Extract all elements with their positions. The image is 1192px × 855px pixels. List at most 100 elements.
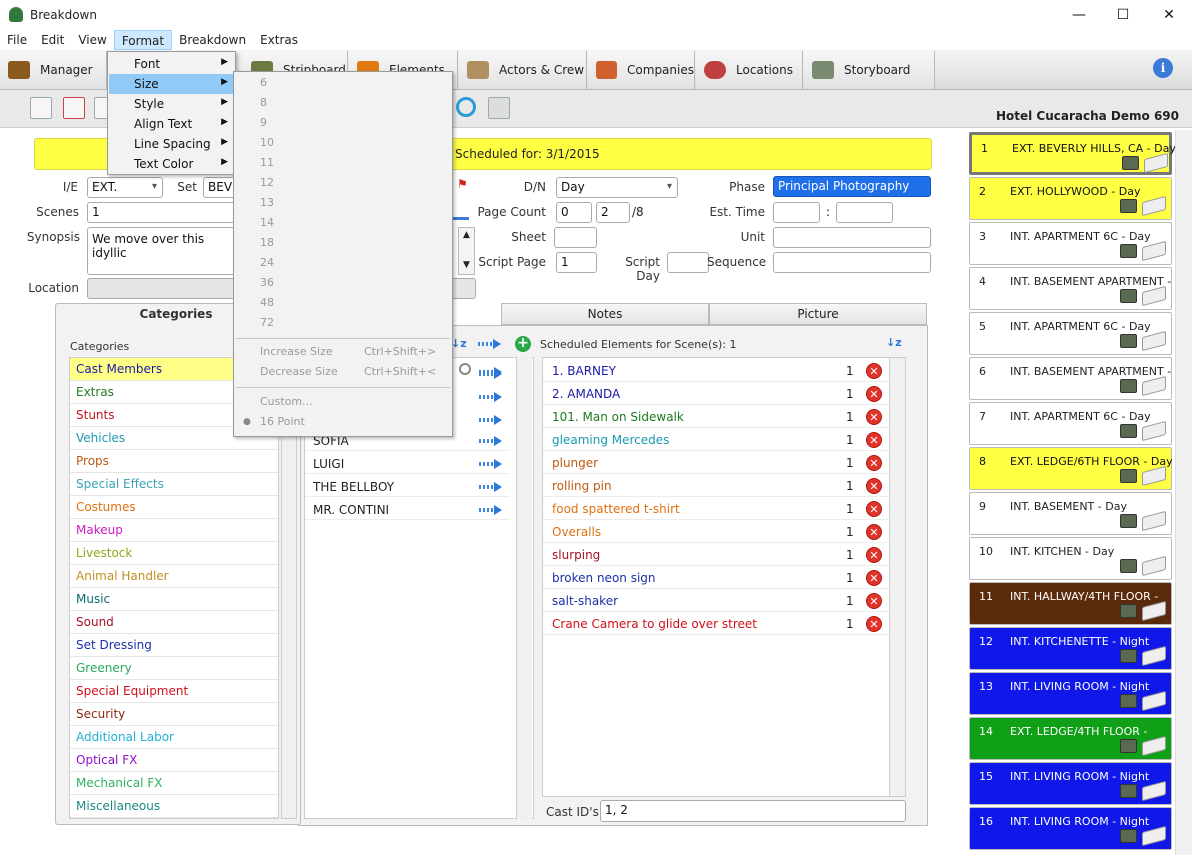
remove-icon[interactable]: ✕ xyxy=(866,478,882,494)
remove-icon[interactable]: ✕ xyxy=(866,593,882,609)
strip-item[interactable]: 5 INT. APARTMENT 6C - Day xyxy=(969,312,1172,355)
synopsis-scrollbar[interactable]: ▲ ▼ xyxy=(458,227,475,275)
scenes-picker-icon[interactable] xyxy=(453,202,469,220)
strip-item[interactable]: 7 INT. APARTMENT 6C - Day xyxy=(969,402,1172,445)
category-item[interactable]: Security xyxy=(70,703,278,726)
strip-item[interactable]: 2 EXT. HOLLYWOOD - Day xyxy=(969,177,1172,220)
category-item[interactable]: Miscellaneous xyxy=(70,795,278,818)
remove-icon[interactable]: ✕ xyxy=(866,616,882,632)
category-item[interactable]: Music xyxy=(70,588,278,611)
scheduled-row[interactable]: Crane Camera to glide over street 1 ✕ xyxy=(543,612,889,635)
refresh-icon[interactable] xyxy=(456,97,476,117)
category-item[interactable]: Set Dressing xyxy=(70,634,278,657)
category-item[interactable]: Animal Handler xyxy=(70,565,278,588)
tab-manager[interactable]: Manager xyxy=(0,51,107,89)
scheduled-row[interactable]: food spattered t-shirt 1 ✕ xyxy=(543,497,889,520)
sort-az-icon[interactable]: ↓z xyxy=(451,337,467,350)
delete-scene-icon[interactable] xyxy=(63,97,85,119)
remove-icon[interactable]: ✕ xyxy=(866,363,882,379)
format-menu-item[interactable]: Font ▶ xyxy=(109,54,234,74)
format-menu-item[interactable]: Line Spacing ▶ xyxy=(109,134,234,154)
remove-icon[interactable]: ✕ xyxy=(866,386,882,402)
scheduled-row[interactable]: 2. AMANDA 1 ✕ xyxy=(543,382,889,405)
scheduled-row[interactable]: Overalls 1 ✕ xyxy=(543,520,889,543)
category-item[interactable]: Additional Labor xyxy=(70,726,278,749)
format-menu-item[interactable]: Align Text ▶ xyxy=(109,114,234,134)
element-item[interactable]: THE BELLBOY xyxy=(313,480,394,494)
tab-storyboard[interactable]: Storyboard xyxy=(804,51,935,89)
category-item[interactable]: Livestock xyxy=(70,542,278,565)
add-element-arrow-icon[interactable] xyxy=(479,505,503,515)
remove-icon[interactable]: ✕ xyxy=(866,570,882,586)
format-menu-item[interactable]: Text Color ▶ xyxy=(109,154,234,174)
strip-item[interactable]: 10 INT. KITCHEN - Day xyxy=(969,537,1172,580)
flag-icon[interactable]: ⚑ xyxy=(457,177,469,191)
strip-item[interactable]: 13 INT. LIVING ROOM - Night xyxy=(969,672,1172,715)
ie-select[interactable]: EXT. xyxy=(87,177,163,198)
pagecount-eighths[interactable]: 2 xyxy=(596,202,630,223)
close-button[interactable]: ✕ xyxy=(1146,0,1192,30)
add-element-arrow-icon[interactable] xyxy=(479,367,503,377)
category-item[interactable]: Greenery xyxy=(70,657,278,680)
minimize-button[interactable]: — xyxy=(1056,0,1102,30)
category-item[interactable]: Special Effects xyxy=(70,473,278,496)
scriptpage-field[interactable]: 1 xyxy=(556,252,597,273)
sort-scheduled-icon[interactable]: ↓z xyxy=(886,336,902,349)
tab-notes[interactable]: Notes xyxy=(501,303,709,325)
elements-scrollbar[interactable] xyxy=(516,357,532,819)
category-item[interactable]: Costumes xyxy=(70,496,278,519)
cube-icon[interactable] xyxy=(488,97,510,119)
esttime-hours[interactable] xyxy=(773,202,820,223)
add-element-arrow-icon[interactable] xyxy=(479,415,503,425)
sequence-field[interactable] xyxy=(773,252,931,273)
link-icon[interactable] xyxy=(459,363,471,375)
strip-item[interactable]: 15 INT. LIVING ROOM - Night xyxy=(969,762,1172,805)
format-menu-item[interactable]: Style ▶ xyxy=(109,94,234,114)
new-scene-icon[interactable] xyxy=(30,97,52,119)
scheduled-row[interactable]: slurping 1 ✕ xyxy=(543,543,889,566)
add-element-arrow-icon[interactable] xyxy=(479,482,503,492)
category-item[interactable]: Props xyxy=(70,450,278,473)
remove-icon[interactable]: ✕ xyxy=(866,432,882,448)
phase-field[interactable]: Principal Photography xyxy=(773,176,931,197)
maximize-button[interactable]: ☐ xyxy=(1100,0,1146,30)
strip-item[interactable]: 4 INT. BASEMENT APARTMENT - xyxy=(969,267,1172,310)
esttime-minutes[interactable] xyxy=(836,202,893,223)
scriptday-field[interactable] xyxy=(667,252,709,273)
castid-field[interactable]: 1, 2 xyxy=(600,800,906,822)
remove-icon[interactable]: ✕ xyxy=(866,409,882,425)
element-item[interactable]: LUIGI xyxy=(313,457,344,471)
scheduled-row[interactable]: gleaming Mercedes 1 ✕ xyxy=(543,428,889,451)
scheduled-row[interactable]: plunger 1 ✕ xyxy=(543,451,889,474)
remove-icon[interactable]: ✕ xyxy=(866,501,882,517)
category-item[interactable]: Sound xyxy=(70,611,278,634)
strip-item[interactable]: 6 INT. BASEMENT APARTMENT - xyxy=(969,357,1172,400)
menu-format[interactable]: Format xyxy=(113,30,173,50)
stripboard-scrollbar[interactable] xyxy=(1175,130,1192,855)
scheduled-row[interactable]: salt-shaker 1 ✕ xyxy=(543,589,889,612)
tab-actors-crew[interactable]: Actors & Crew xyxy=(459,51,587,89)
strip-item[interactable]: 9 INT. BASEMENT - Day xyxy=(969,492,1172,535)
strip-item[interactable]: 11 INT. HALLWAY/4TH FLOOR - xyxy=(969,582,1172,625)
remove-icon[interactable]: ✕ xyxy=(866,524,882,540)
scheduled-scrollbar[interactable] xyxy=(889,357,906,797)
strip-item[interactable]: 8 EXT. LEDGE/6TH FLOOR - Day xyxy=(969,447,1173,490)
unit-field[interactable] xyxy=(773,227,931,248)
scheduled-row[interactable]: rolling pin 1 ✕ xyxy=(543,474,889,497)
add-element-arrow-icon[interactable] xyxy=(479,436,503,446)
menu-edit[interactable]: Edit xyxy=(34,30,71,50)
strip-item[interactable]: 3 INT. APARTMENT 6C - Day xyxy=(969,222,1172,265)
menu-view[interactable]: View xyxy=(71,30,113,50)
category-item[interactable]: Makeup xyxy=(70,519,278,542)
menu-file[interactable]: File xyxy=(0,30,34,50)
add-all-arrow-icon[interactable] xyxy=(478,339,502,349)
category-item[interactable]: Optical FX xyxy=(70,749,278,772)
pagecount-whole[interactable]: 0 xyxy=(556,202,592,223)
element-item[interactable]: MR. CONTINI xyxy=(313,503,389,517)
dn-select[interactable]: Day xyxy=(556,177,678,198)
category-item[interactable]: Mechanical FX xyxy=(70,772,278,795)
remove-icon[interactable]: ✕ xyxy=(866,455,882,471)
scheduled-row[interactable]: 101. Man on Sidewalk 1 ✕ xyxy=(543,405,889,428)
menu-breakdown[interactable]: Breakdown xyxy=(172,30,253,50)
strip-item[interactable]: 16 INT. LIVING ROOM - Night xyxy=(969,807,1172,850)
